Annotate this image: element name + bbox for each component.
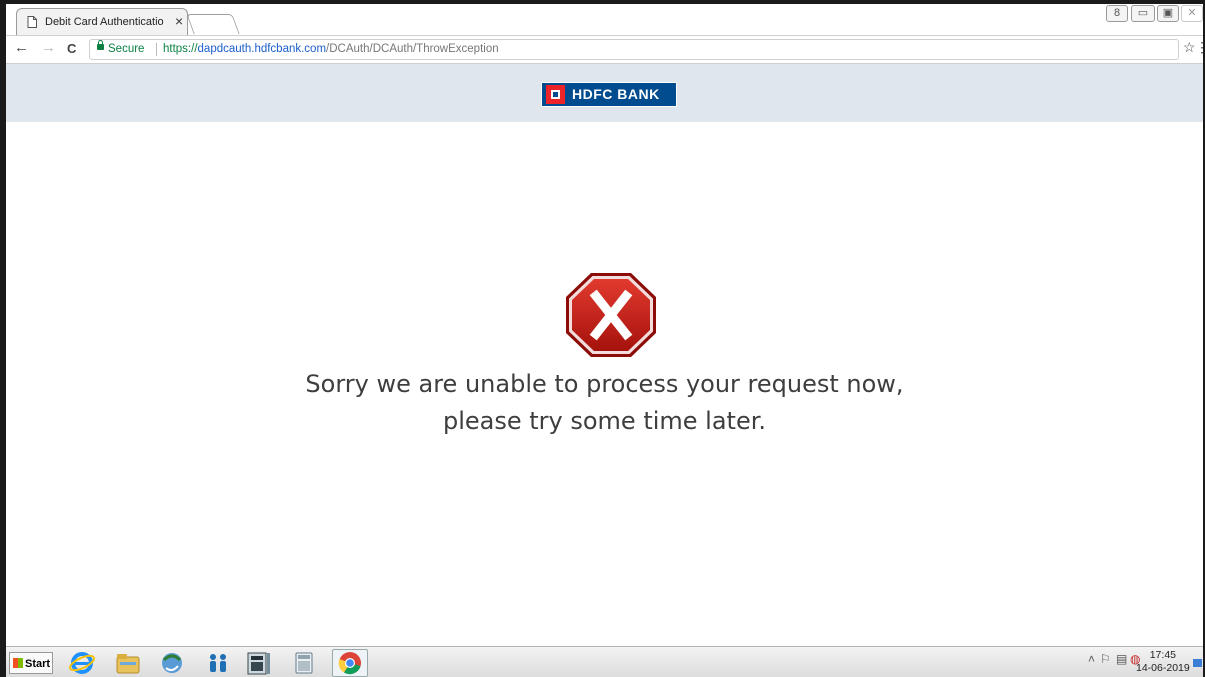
tab-title: Debit Card Authenticatio (45, 16, 164, 28)
internet-explorer-icon[interactable] (68, 650, 96, 676)
logo-text: HDFC BANK (572, 86, 660, 102)
forward-arrow-icon[interactable]: → (41, 39, 56, 56)
tab-strip: Debit Card Authenticatio × 8 ▭ ▣ ✕ (6, 4, 1203, 36)
maximize-button[interactable]: ▣ (1157, 5, 1179, 22)
hdfc-logo-mark (546, 85, 565, 104)
page-header: HDFC BANK (6, 64, 1203, 122)
tab-close-icon[interactable]: × (175, 13, 183, 29)
close-window-button[interactable]: ✕ (1181, 5, 1203, 22)
browser-menu-icon[interactable]: ⋮ (1195, 39, 1203, 56)
windows-logo-icon (13, 658, 23, 668)
url-host: dapdcauth.hdfcbank.com (197, 43, 327, 55)
calculator-icon[interactable] (290, 650, 318, 676)
error-message: Sorry we are unable to process your requ… (6, 366, 1203, 440)
system-clock[interactable]: 17:45 14-06-2019 (1136, 649, 1190, 675)
show-desktop-button[interactable] (1193, 659, 1202, 667)
clock-time: 17:45 (1149, 649, 1176, 661)
url-path: /DCAuth/DCAuth/ThrowException (326, 43, 499, 55)
clock-date: 14-06-2019 (1136, 662, 1190, 674)
page-icon (27, 16, 37, 28)
bookmark-star-icon[interactable]: ☆ (1183, 39, 1196, 56)
stop-error-icon (566, 273, 656, 357)
minimize-button[interactable]: ▭ (1131, 5, 1155, 22)
file-explorer-icon[interactable] (114, 650, 142, 676)
security-label: Secure (108, 43, 145, 55)
hdfc-bank-logo: HDFC BANK (541, 82, 677, 107)
profile-button[interactable]: 8 (1106, 5, 1128, 22)
address-bar[interactable]: Secure https://dapdcauth.hdfcbank.com/DC… (89, 39, 1179, 60)
chevron-up-icon[interactable]: ˄ (1088, 652, 1095, 666)
back-arrow-icon[interactable]: ← (14, 39, 29, 56)
flag-icon[interactable]: ⚐ (1100, 652, 1111, 666)
start-label: Start (25, 658, 51, 670)
new-tab-button[interactable] (186, 14, 240, 34)
navigation-bar: ← → C Secure https://dapdcauth.hdfcbank.… (6, 36, 1203, 64)
tab-debit-card-authentication[interactable]: Debit Card Authenticatio × (16, 8, 188, 35)
lock-icon (97, 40, 104, 50)
network-icon[interactable] (158, 650, 186, 676)
network-tray-icon[interactable]: ▤ (1116, 652, 1127, 666)
error-message-line1: Sorry we are unable to process your requ… (305, 370, 904, 398)
url-scheme: https:// (163, 43, 198, 55)
start-button[interactable]: Start (9, 652, 53, 674)
people-icon[interactable] (204, 650, 232, 676)
chrome-taskbar-button[interactable] (332, 649, 368, 677)
taskbar: Start ˄ ⚐ ▤ ◍ 17:45 14-06-2019 (6, 646, 1203, 677)
calculator-grid-icon[interactable] (244, 650, 272, 676)
browser-window: Debit Card Authenticatio × 8 ▭ ▣ ✕ ← → C… (6, 4, 1203, 677)
chrome-icon (338, 652, 361, 675)
error-message-line2: please try some time later. (442, 407, 767, 435)
url-text: https://dapdcauth.hdfcbank.com/DCAuth/DC… (163, 43, 499, 55)
reload-icon[interactable]: C (67, 41, 76, 56)
address-divider (156, 43, 157, 56)
